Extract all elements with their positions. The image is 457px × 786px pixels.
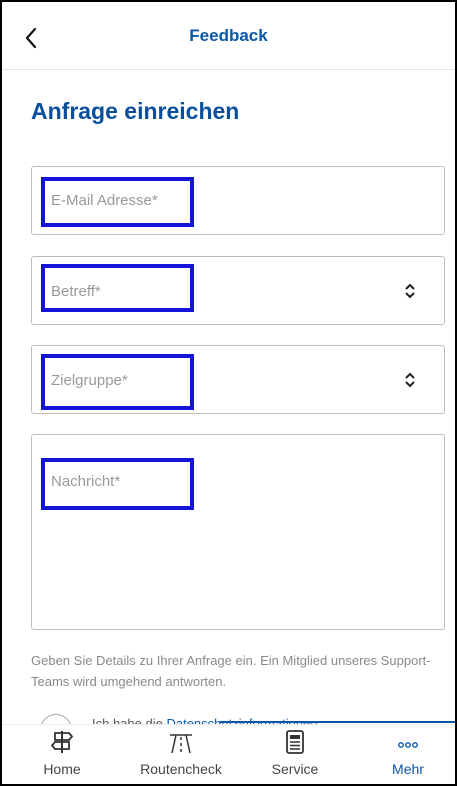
select-chevron-icon [405,283,415,299]
tab-routencheck[interactable]: Routencheck [129,729,233,784]
tab-label-home: Home [43,761,81,777]
email-highlight-box [41,177,194,227]
tab-label-mehr: Mehr [392,761,424,777]
consent-underline [220,721,455,723]
page-title: Anfrage einreichen [31,98,240,124]
signpost-icon [51,731,73,753]
more-dots-icon [398,742,418,748]
header-title: Feedback [189,26,268,45]
tab-mehr[interactable]: Mehr [380,729,436,784]
subject-highlight-box [41,264,194,312]
tab-label-routencheck: Routencheck [140,761,222,777]
tab-service[interactable]: Service [260,729,330,784]
form-hint: Geben Sie Details zu Ihrer Anfrage ein. … [31,653,431,689]
tab-home[interactable]: Home [32,729,92,784]
bottom-tab-bar: Home Routencheck Service Mehr [2,724,455,784]
tab-label-service: Service [271,761,319,777]
document-icon [286,730,304,754]
message-highlight-box [41,458,194,510]
select-chevron-icon [405,372,415,388]
top-bar: Feedback [2,2,455,70]
app-frame: Feedback Anfrage einreichen E-Mail Adres… [0,0,457,786]
audience-highlight-box [41,354,194,410]
road-icon [170,734,192,754]
